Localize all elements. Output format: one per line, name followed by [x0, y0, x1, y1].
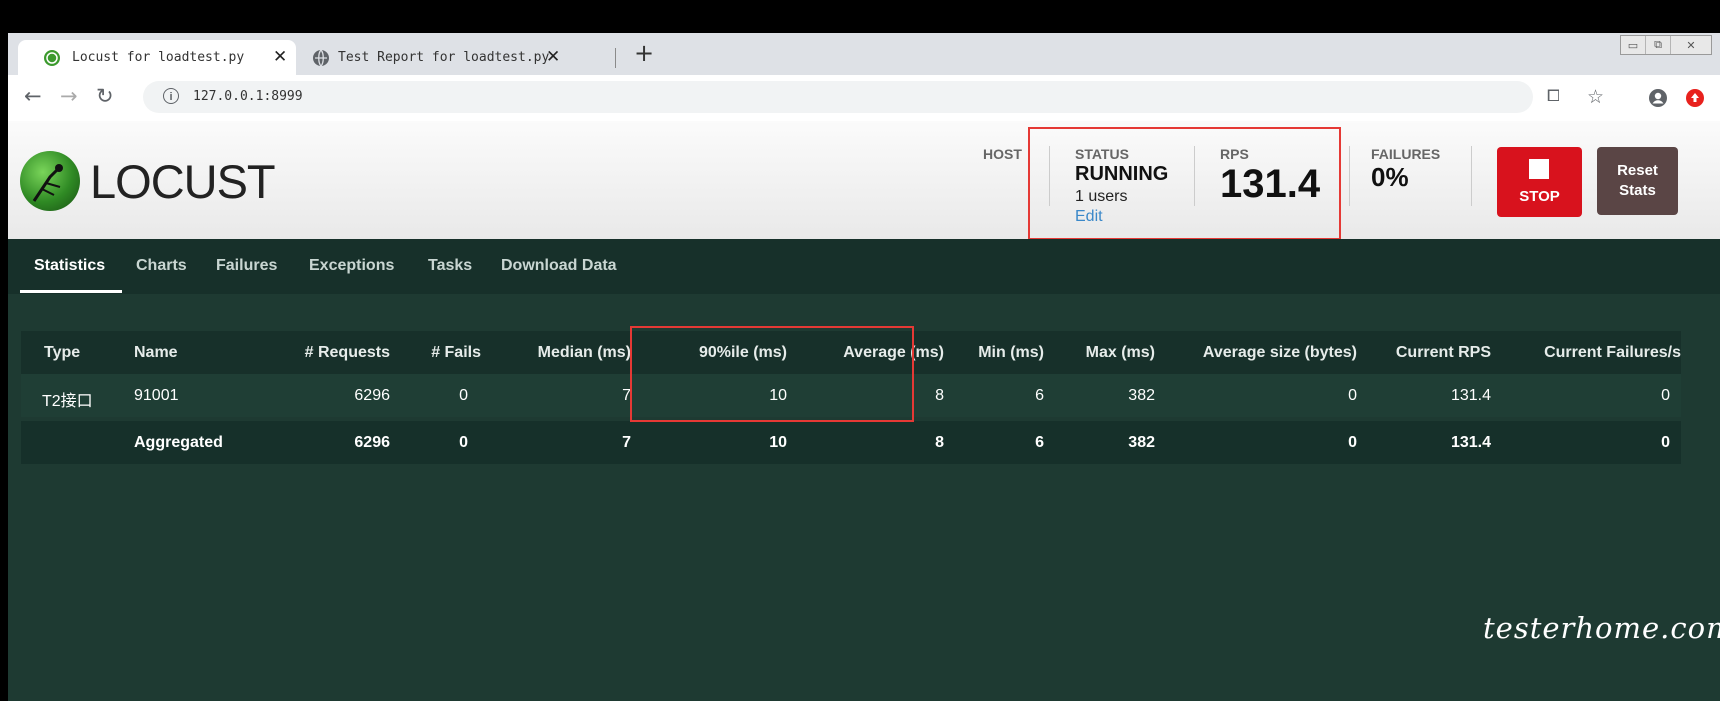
locust-header: LOCUST HOST STATUS RUNNING 1 users Edit …	[8, 121, 1720, 239]
average-cell: 8	[935, 434, 944, 451]
median-cell: 7	[622, 434, 631, 451]
info-icon[interactable]: i	[163, 88, 179, 104]
column-header: Current Failures/s	[1544, 344, 1681, 361]
avg-size-cell: 0	[1348, 434, 1357, 451]
host-box: HOST	[983, 146, 1022, 162]
tab-title: Test Report for loadtest.py	[338, 50, 550, 65]
divider	[1349, 146, 1350, 206]
highlight-box	[1028, 127, 1341, 240]
locust-favicon-icon	[44, 50, 60, 66]
fails-cell: 0	[459, 387, 468, 404]
globe-icon	[313, 49, 329, 67]
address-bar[interactable]: i 127.0.0.1:8999	[143, 81, 1533, 113]
failures-box: FAILURES 0%	[1371, 146, 1440, 193]
stop-label: STOP	[1519, 188, 1560, 205]
active-tab-indicator	[20, 290, 122, 293]
min-cell: 6	[1035, 434, 1044, 451]
requests-cell: 6296	[354, 387, 390, 404]
host-label: HOST	[983, 146, 1022, 162]
restore-icon[interactable]: ⧉	[1646, 36, 1671, 54]
average-cell: 8	[935, 387, 944, 404]
avg-size-cell: 0	[1348, 387, 1357, 404]
close-tab-icon[interactable]: ✕	[273, 47, 287, 67]
current-rps-cell: 131.4	[1450, 387, 1491, 404]
min-cell: 6	[1035, 387, 1044, 404]
column-header: Min (ms)	[978, 344, 1044, 361]
column-header: Type	[44, 344, 81, 361]
bookmark-star-icon[interactable]: ☆	[1587, 86, 1604, 108]
tab-strip: Locust for loadtest.py ✕ Test Report for…	[8, 33, 1720, 75]
stop-button[interactable]: STOP	[1497, 147, 1582, 217]
nav-bar: Statistics Charts Failures Exceptions Ta…	[8, 239, 1720, 294]
tab-locust[interactable]: Locust for loadtest.py ✕	[18, 40, 296, 75]
extension-icon[interactable]	[1685, 88, 1705, 108]
browser-toolbar: ← → ↻ i 127.0.0.1:8999 ⧠ ☆	[8, 75, 1720, 121]
current-rps-cell: 131.4	[1450, 434, 1491, 451]
highlight-box	[630, 326, 914, 422]
tab-title: Locust for loadtest.py	[72, 50, 245, 65]
column-header: # Fails	[431, 344, 481, 361]
current-failures-cell: 0	[1661, 434, 1670, 451]
current-failures-cell: 0	[1661, 387, 1670, 404]
logo-text: LOCUST	[90, 155, 276, 208]
name-cell: 91001	[134, 387, 179, 404]
window-controls: ▭ ⧉ ✕	[1620, 35, 1712, 55]
tab-separator	[615, 48, 616, 68]
tab-download-data[interactable]: Download Data	[501, 257, 617, 275]
column-header: Current RPS	[1395, 344, 1491, 361]
max-cell: 382	[1128, 387, 1155, 404]
translate-icon[interactable]: ⧠	[1547, 86, 1560, 106]
failures-value: 0%	[1371, 162, 1409, 192]
divider	[1471, 146, 1472, 206]
forward-icon[interactable]: →	[60, 84, 78, 108]
fails-cell: 0	[459, 434, 468, 451]
failures-label: FAILURES	[1371, 146, 1441, 162]
close-window-icon[interactable]: ✕	[1671, 36, 1711, 54]
tab-statistics[interactable]: Statistics	[34, 257, 105, 275]
max-cell: 382	[1128, 434, 1155, 451]
profile-icon[interactable]	[1648, 88, 1668, 108]
p90-cell: 10	[769, 434, 787, 451]
tab-charts[interactable]: Charts	[136, 257, 187, 275]
column-header: Median (ms)	[537, 344, 631, 361]
aggregated-row: Aggregated 6296 0 7 10 8 6 382 0 131.4 0	[21, 421, 1681, 464]
tab-exceptions[interactable]: Exceptions	[309, 257, 394, 275]
tab-test-report[interactable]: Test Report for loadtest.py ✕	[296, 40, 616, 75]
minimize-icon[interactable]: ▭	[1621, 36, 1646, 54]
tab-tasks[interactable]: Tasks	[428, 257, 472, 275]
close-tab-icon[interactable]: ✕	[546, 47, 560, 67]
name-cell: Aggregated	[134, 434, 223, 451]
reload-icon[interactable]: ↻	[96, 84, 114, 108]
type-cell: T2接口	[42, 393, 93, 410]
requests-cell: 6296	[354, 434, 390, 451]
url-text: 127.0.0.1:8999	[193, 89, 303, 104]
locust-logo-icon	[20, 151, 80, 211]
stop-icon	[1529, 159, 1549, 179]
column-header: Average size (bytes)	[1202, 344, 1357, 361]
browser-chrome: Locust for loadtest.py ✕ Test Report for…	[8, 33, 1720, 121]
column-header: Max (ms)	[1085, 344, 1155, 361]
reset-stats-button[interactable]: Reset Stats	[1597, 147, 1678, 215]
column-header: # Requests	[304, 344, 390, 361]
watermark: testerhome.com	[1483, 611, 1720, 645]
column-header: Name	[134, 344, 178, 361]
back-icon[interactable]: ←	[24, 84, 42, 108]
main-content: Statistics Charts Failures Exceptions Ta…	[8, 239, 1720, 701]
reset-label: Stats	[1619, 182, 1656, 199]
tab-failures[interactable]: Failures	[216, 257, 277, 275]
new-tab-button[interactable]: +	[634, 39, 654, 67]
reset-label: Reset	[1617, 162, 1658, 179]
